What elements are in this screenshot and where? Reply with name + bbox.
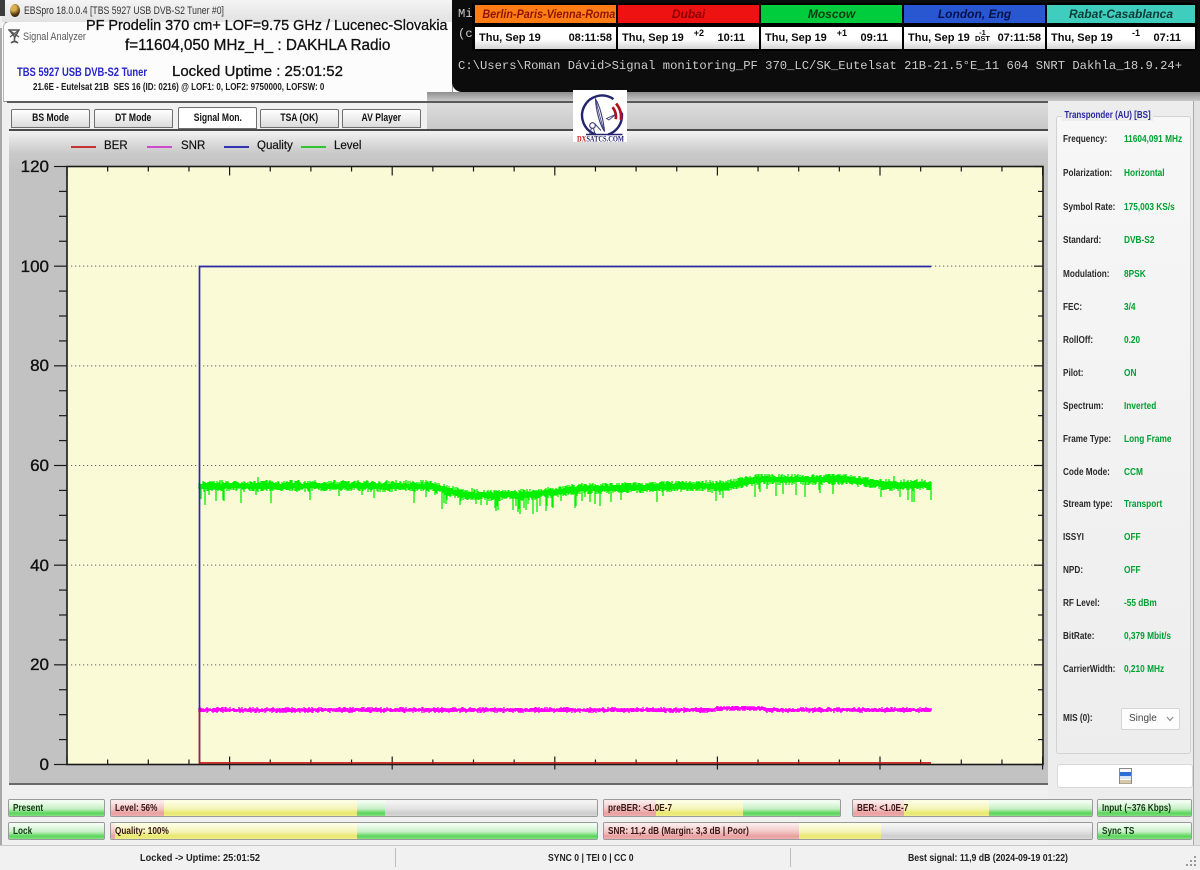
svg-text:DXSATCS.COM: DXSATCS.COM [577, 133, 625, 142]
